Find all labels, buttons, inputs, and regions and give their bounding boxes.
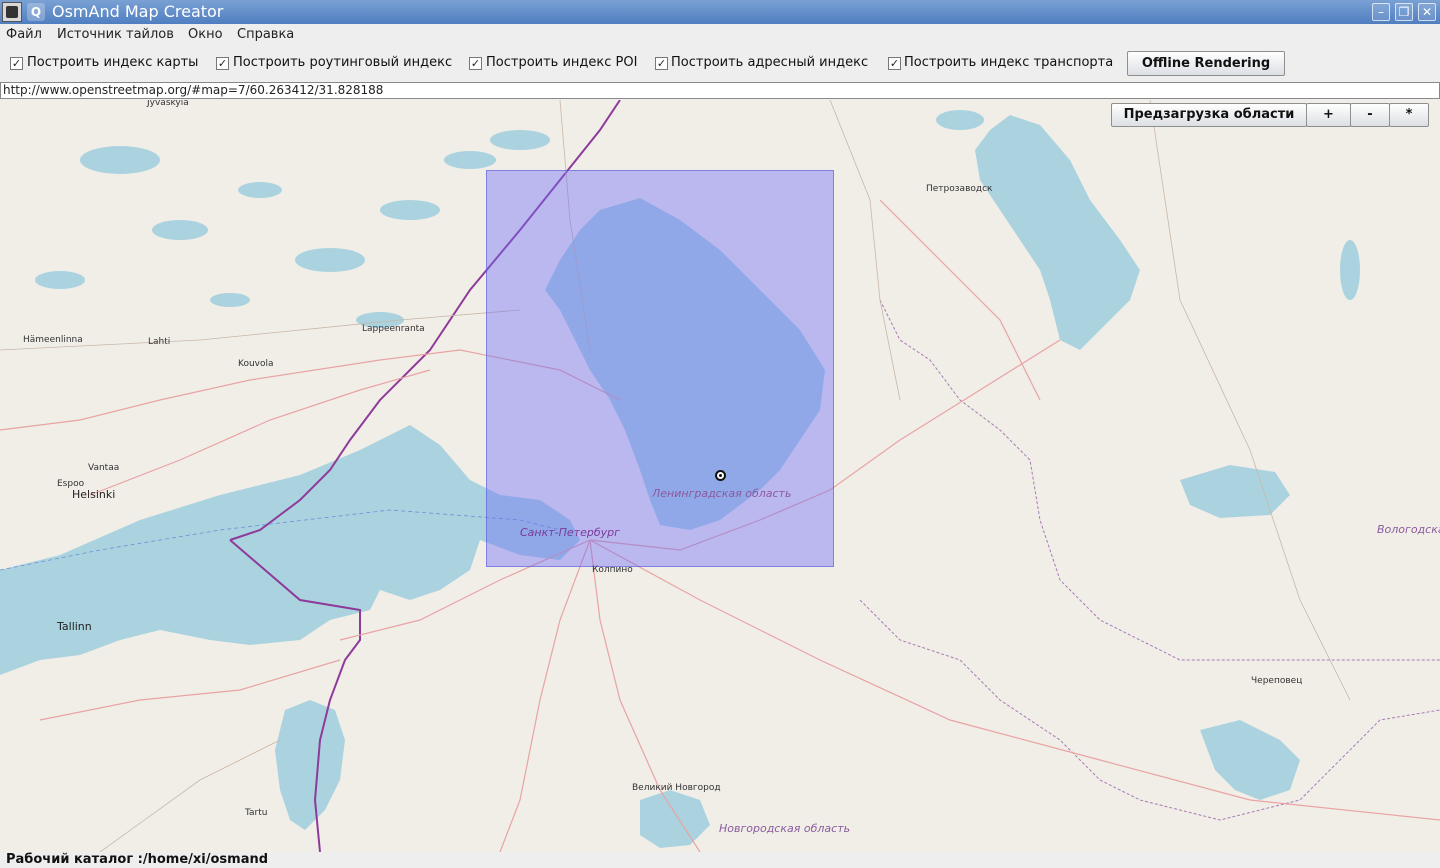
lake-peipus <box>275 700 345 830</box>
transport-index-label[interactable]: Построить индекс транспорта <box>904 55 1113 70</box>
menu-bar: Файл Источник тайлов Окно Справка <box>0 24 1440 46</box>
transport-index-checkbox[interactable]: ✓ <box>888 57 901 70</box>
label-vologda: Вологодская <box>1377 523 1440 536</box>
lake-beloye <box>1180 465 1290 518</box>
label-spb: Санкт-Петербург <box>520 526 620 539</box>
label-lenoblast: Ленинградская область <box>652 487 792 500</box>
offline-rendering-button[interactable]: Offline Rendering <box>1127 51 1285 76</box>
title-bar: Q OsmAnd Map Creator – ❐ ✕ <box>0 0 1440 24</box>
map-index-checkbox[interactable]: ✓ <box>10 57 23 70</box>
label-lappeenranta: Lappeenranta <box>362 324 425 334</box>
app-icon <box>2 2 22 22</box>
menu-file[interactable]: Файл <box>6 27 42 42</box>
zoom-in-button[interactable]: + <box>1306 103 1351 127</box>
close-icon[interactable]: ✕ <box>1418 3 1436 21</box>
label-hameenlinna: Hämeenlinna <box>23 335 83 345</box>
lake-onega <box>975 115 1140 350</box>
label-tallinn: Tallinn <box>57 620 92 633</box>
menu-help[interactable]: Справка <box>237 27 294 42</box>
label-tartu: Tartu <box>245 808 268 818</box>
label-vantaa: Vantaa <box>88 463 120 473</box>
label-novgorod-oblast: Новгородская область <box>719 822 851 835</box>
lake-ilmen <box>640 790 710 848</box>
eastern-reservoir <box>1200 720 1300 800</box>
poi-index-checkbox[interactable]: ✓ <box>469 57 482 70</box>
zoom-out-button[interactable]: - <box>1350 103 1390 127</box>
label-novgorod: Великий Новгород <box>632 783 721 793</box>
label-helsinki: Helsinki <box>72 488 116 501</box>
window-title: OsmAnd Map Creator <box>52 2 224 21</box>
minimize-icon[interactable]: – <box>1372 3 1390 21</box>
index-options-toolbar: ✓ Построить индекс карты ✓ Построить роу… <box>0 46 1440 82</box>
menu-tile-source[interactable]: Источник тайлов <box>57 27 174 42</box>
maximize-icon[interactable]: ❐ <box>1395 3 1413 21</box>
menu-window[interactable]: Окно <box>188 27 223 42</box>
location-marker-icon[interactable] <box>715 470 726 481</box>
window-menu-icon[interactable]: Q <box>27 3 45 21</box>
address-index-label[interactable]: Построить адресный индекс <box>671 55 868 70</box>
status-bar: Рабочий каталог :/home/xi/osmand <box>0 852 1440 868</box>
address-index-checkbox[interactable]: ✓ <box>655 57 668 70</box>
label-jyvaskyla: Jyväskylä <box>147 100 189 108</box>
url-field[interactable]: http://www.openstreetmap.org/#map=7/60.2… <box>0 82 1440 99</box>
routing-index-label[interactable]: Построить роутинговый индекс <box>233 55 452 70</box>
label-kouvola: Kouvola <box>238 359 274 369</box>
poi-index-label[interactable]: Построить индекс POI <box>486 55 637 70</box>
label-cherepovets: Череповец <box>1251 676 1303 686</box>
routing-index-checkbox[interactable]: ✓ <box>216 57 229 70</box>
label-kolpino: Колпино <box>592 565 633 575</box>
preload-area-button[interactable]: Предзагрузка области <box>1111 103 1307 127</box>
label-petrozavodsk: Петрозаводск <box>926 184 993 194</box>
map-view[interactable]: Jyväskylä Hämeenlinna Lahti Kouvola Lapp… <box>0 100 1440 852</box>
label-lahti: Lahti <box>148 337 171 347</box>
star-button[interactable]: * <box>1389 103 1429 127</box>
selected-area[interactable] <box>486 170 834 567</box>
regional-border <box>859 299 1440 821</box>
map-index-label[interactable]: Построить индекс карты <box>27 55 198 70</box>
